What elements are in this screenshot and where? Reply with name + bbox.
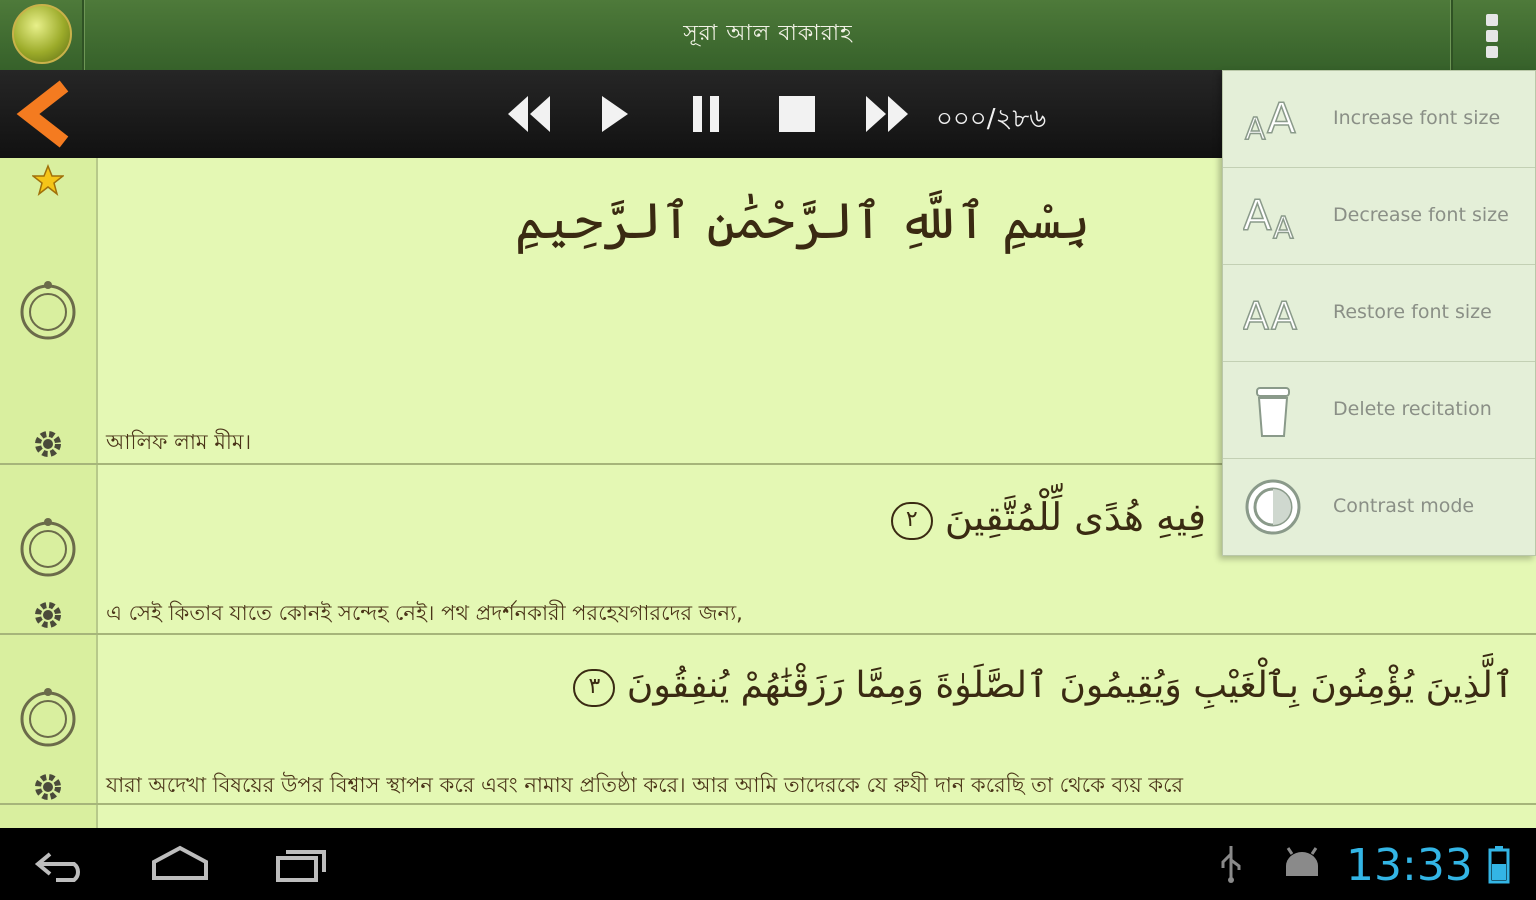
contrast-icon	[1243, 477, 1303, 537]
pause-icon[interactable]	[688, 92, 724, 136]
divider	[1450, 0, 1453, 70]
recite-verse-icon[interactable]	[18, 687, 78, 747]
bismillah-text: بِسْمِ ٱللَّهِ ٱلرَّحْمَٰنِ ٱلرَّحِيمِ	[514, 192, 1090, 250]
clock: 13:33	[1346, 840, 1473, 891]
svg-text:A: A	[1271, 294, 1297, 338]
font-increase-icon: AA	[1243, 89, 1303, 149]
system-nav-bar: 13:33	[0, 828, 1536, 900]
home-icon[interactable]	[150, 844, 210, 884]
menu-item-label: Decrease font size	[1333, 204, 1509, 226]
android-debug-icon	[1282, 844, 1322, 884]
menu-item-decrease-font[interactable]: AA Decrease font size	[1223, 168, 1535, 265]
verse-arabic-text: ٱلَّذِينَ يُؤْمِنُونَ بِٱلْغَيْبِ وَيُقِ…	[626, 665, 1514, 706]
svg-text:A: A	[1273, 211, 1294, 246]
gear-icon[interactable]	[32, 599, 64, 631]
verse-counter: ০০০/২৮৬	[936, 104, 1047, 134]
usb-icon	[1216, 844, 1246, 884]
rewind-icon[interactable]	[506, 92, 552, 136]
page-title: সূরা আল বাকারাহ	[683, 21, 853, 46]
verse-arabic: ٱلَّذِينَ يُؤْمِنُونَ بِٱلْغَيْبِ وَيُقِ…	[559, 665, 1514, 707]
ayah-number-badge: ٢	[890, 501, 933, 540]
menu-item-label: Delete recitation	[1333, 398, 1492, 420]
overflow-menu-icon[interactable]	[1484, 14, 1500, 60]
play-icon[interactable]	[596, 92, 632, 136]
translation-text: এ সেই কিতাব যাতে কোনই সন্দেহ নেই। পথ প্র…	[106, 601, 743, 625]
verse-arabic-text: فِيهِ هُدًى لِّلْمُتَّقِينَ	[944, 495, 1206, 539]
font-restore-icon: AA	[1242, 283, 1303, 343]
svg-text:A: A	[1243, 191, 1272, 240]
menu-item-delete-recitation[interactable]: Delete recitation	[1223, 362, 1535, 459]
trash-icon	[1243, 380, 1303, 440]
verse-arabic: فِيهِ هُدًى لِّلْمُتَّقِينَ ٢	[877, 495, 1206, 540]
menu-item-label: Increase font size	[1333, 107, 1501, 129]
svg-text:A: A	[1267, 94, 1296, 143]
recite-verse-icon[interactable]	[18, 517, 78, 577]
font-decrease-icon: AA	[1242, 186, 1303, 247]
gear-icon[interactable]	[32, 771, 64, 803]
battery-icon	[1488, 844, 1510, 884]
fast-forward-icon[interactable]	[864, 92, 910, 136]
menu-item-increase-font[interactable]: AA Increase font size	[1223, 71, 1535, 168]
stop-icon[interactable]	[776, 92, 818, 136]
title-bar: সূরা আল বাকারাহ	[0, 0, 1536, 71]
svg-text:A: A	[1243, 294, 1269, 338]
menu-item-contrast-mode[interactable]: Contrast mode	[1223, 459, 1535, 556]
svg-text:A: A	[1245, 112, 1266, 147]
options-menu: AA Increase font size AA Decrease font s…	[1222, 70, 1536, 556]
translation-text: আলিফ লাম মীম।	[106, 430, 252, 454]
ayah-number-badge: ٣	[573, 669, 616, 707]
menu-item-label: Contrast mode	[1333, 495, 1475, 517]
menu-item-restore-font[interactable]: AA Restore font size	[1223, 265, 1535, 362]
translation-text: যারা অদেখা বিষয়ের উপর বিশ্বাস স্থাপন কর…	[106, 773, 1184, 797]
gear-icon[interactable]	[32, 428, 64, 460]
back-icon[interactable]	[34, 844, 90, 884]
star-icon[interactable]	[30, 163, 66, 196]
recent-apps-icon[interactable]	[274, 844, 330, 884]
menu-item-label: Restore font size	[1333, 301, 1492, 323]
recite-verse-icon[interactable]	[18, 280, 78, 340]
verse-row[interactable]: ٱلَّذِينَ يُؤْمِنُونَ بِٱلْغَيْبِ وَيُقِ…	[0, 635, 1536, 805]
back-arrow-icon[interactable]	[14, 78, 78, 150]
